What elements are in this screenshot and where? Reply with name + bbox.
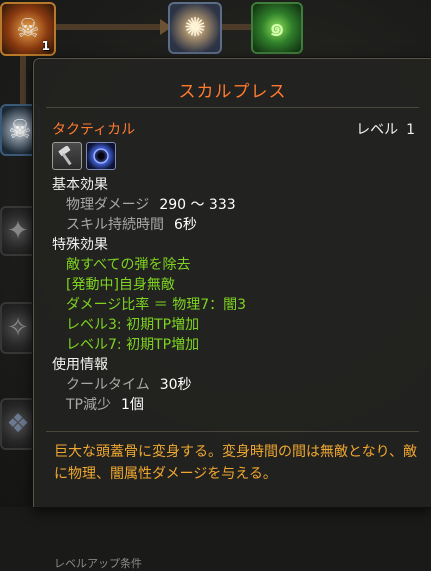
divider [46, 431, 419, 432]
special-effect-header: 特殊効果 [52, 237, 108, 253]
tp-cost-value: 1個 [121, 397, 144, 413]
skill-category: タクティカル [52, 122, 136, 138]
skill-node-skull-press[interactable]: ☠ 1 [0, 2, 56, 56]
skill-node-green-vortex[interactable]: ๑ [251, 2, 303, 54]
physical-damage-row: 物理ダメージ 290 ～ 333 [52, 195, 421, 215]
tree-connector [20, 56, 26, 106]
tp-cost-label: TP減少 [66, 397, 111, 413]
divider [46, 107, 419, 108]
duration-label: スキル持続時間 [66, 217, 164, 233]
explosion-icon: ✺ [184, 13, 206, 43]
physical-damage-value: 290 ～ 333 [159, 197, 236, 213]
skill-node-locked[interactable]: ✧ [0, 302, 36, 354]
cooldown-row: クールタイム 30秒 [52, 375, 421, 395]
skill-level-value: 1 [406, 122, 415, 138]
dark-orb-icon [86, 142, 116, 170]
duration-value: 6秒 [174, 217, 197, 233]
special-effect-line: 敵すべての弾を除去 [66, 257, 191, 273]
hammer-icon [52, 142, 82, 170]
special-effect-line: ダメージ比率 ＝ 物理7：闇3 [66, 297, 247, 313]
beast-icon: ✦ [7, 216, 29, 246]
special-effect-line: レベル7: 初期TP増加 [66, 337, 200, 353]
tree-connector [222, 24, 252, 30]
cooldown-value: 30秒 [159, 377, 192, 393]
spell-icon: ❖ [6, 409, 30, 439]
skill-node-blast[interactable]: ✺ [168, 2, 222, 54]
skill-title: スカルプレス [178, 82, 287, 102]
basic-effect-header: 基本効果 [52, 177, 108, 193]
physical-damage-label: 物理ダメージ [66, 197, 150, 213]
skill-node-level: 1 [41, 39, 50, 53]
cooldown-label: クールタイム [66, 377, 150, 393]
skill-node-locked[interactable]: ❖ [0, 398, 36, 450]
special-effect-line: [発動中]自身無敵 [66, 277, 175, 293]
claw-icon: ✧ [7, 313, 29, 343]
special-effect-line: レベル3: 初期TP増加 [66, 317, 200, 333]
skill-tooltip: スカルプレス タクティカル レベル 1 基本効果 物理ダメージ 290 ～ 333 … [33, 58, 431, 570]
skill-node-locked[interactable]: ✦ [0, 206, 36, 256]
tree-connector [56, 24, 166, 30]
skill-description: 巨大な頭蓋骨に変身する。変身時間の間は無敵となり、敵に物理、闇属性ダメージを与え… [54, 444, 418, 482]
duration-row: スキル持続時間 6秒 [52, 215, 421, 235]
tp-cost-row: TP減少 1個 [52, 395, 421, 415]
skill-level: レベル 1 [356, 119, 415, 139]
usage-info-header: 使用情報 [52, 357, 108, 373]
weapon-icon-row [52, 142, 116, 170]
vortex-icon: ๑ [268, 13, 286, 43]
skill-stats: 基本効果 物理ダメージ 290 ～ 333 スキル持続時間 6秒 特殊効果 敵すべて… [52, 175, 421, 415]
level-up-conditions-header: レベルアップ条件 [54, 557, 142, 570]
skill-level-label: レベル [356, 122, 399, 138]
